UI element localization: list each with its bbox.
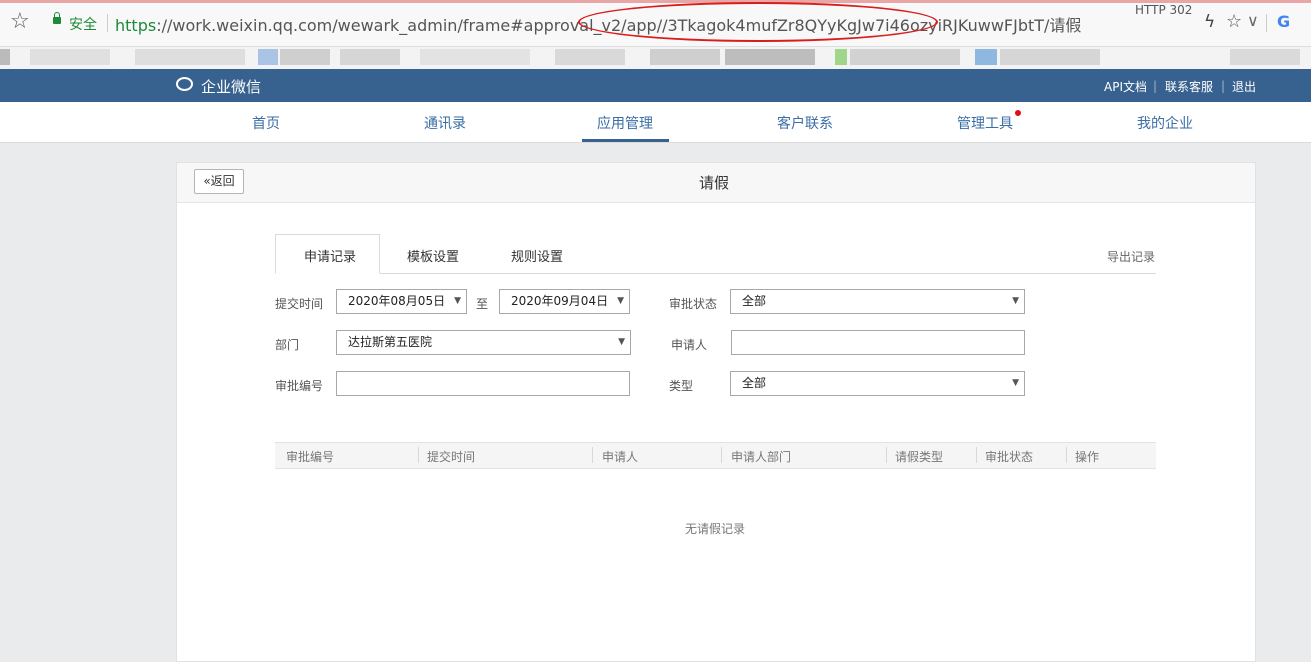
lightning-icon[interactable]: ϟ <box>1204 12 1215 32</box>
status-value: 全部 <box>742 294 767 308</box>
col-submit-time: 提交时间 <box>427 450 476 464</box>
column-divider <box>976 447 977 463</box>
nav-contacts[interactable]: 通讯录 <box>424 113 466 133</box>
page-title: 请假 <box>699 174 730 192</box>
tab-records[interactable]: 申请记录 <box>304 246 356 265</box>
double-chevron-left-icon: « <box>203 174 211 188</box>
bookmark-star-icon[interactable]: ☆ <box>10 10 34 34</box>
favorite-star-icon[interactable]: ☆ <box>1226 11 1242 32</box>
dropdown-arrow-icon: ▼ <box>1012 378 1019 388</box>
col-applicant-dept: 申请人部门 <box>731 450 792 464</box>
applicant-label: 申请人 <box>671 338 708 352</box>
wework-logo-icon <box>176 77 193 91</box>
nav-admin-tools[interactable]: 管理工具 <box>957 113 1013 133</box>
nav-app-management[interactable]: 应用管理 <box>597 113 653 133</box>
back-button[interactable]: «返回 <box>194 169 244 194</box>
type-label: 类型 <box>669 379 694 393</box>
nav-customer-contact[interactable]: 客户联系 <box>777 113 833 133</box>
applicant-input[interactable] <box>731 330 1025 355</box>
approval-number-input[interactable] <box>336 371 630 396</box>
logout-link[interactable]: 退出 <box>1232 78 1256 95</box>
approval-number-label: 审批编号 <box>275 379 324 393</box>
type-value: 全部 <box>742 376 767 390</box>
back-label: 返回 <box>210 174 235 188</box>
dropdown-arrow-icon: ▼ <box>618 337 625 347</box>
to-label: 至 <box>476 297 489 311</box>
col-applicant: 申请人 <box>602 450 639 464</box>
empty-state-text: 无请假记录 <box>685 522 746 536</box>
date-from-value: 2020年08月05日 <box>348 294 446 308</box>
tab-template-settings[interactable]: 模板设置 <box>407 246 459 265</box>
department-label: 部门 <box>275 338 300 352</box>
toolbar-divider <box>1266 14 1267 32</box>
bookmarks-bar <box>0 47 1311 69</box>
dropdown-arrow-icon: ▼ <box>1012 296 1019 306</box>
nav-active-indicator <box>582 139 669 142</box>
chevron-down-icon[interactable]: ∨ <box>1247 11 1259 30</box>
contact-support-link[interactable]: 联系客服 <box>1165 78 1213 95</box>
tab-baseline <box>275 273 1156 274</box>
date-to-select[interactable]: 2020年09月04日 ▼ <box>499 289 630 314</box>
column-divider <box>418 447 419 463</box>
export-records-link[interactable]: 导出记录 <box>1107 248 1155 265</box>
nav-my-company[interactable]: 我的企业 <box>1137 113 1193 133</box>
column-divider <box>592 447 593 463</box>
date-to-value: 2020年09月04日 <box>511 294 609 308</box>
secure-label: 安全 <box>69 17 97 33</box>
nav-home[interactable]: 首页 <box>252 113 280 133</box>
col-approval-number: 审批编号 <box>286 450 335 464</box>
browser-top-highlight <box>0 0 1311 3</box>
red-annotation-circle <box>578 2 938 42</box>
dropdown-arrow-icon: ▼ <box>617 296 624 306</box>
notification-dot <box>1015 110 1021 116</box>
column-divider <box>1066 447 1067 463</box>
department-value: 达拉斯第五医院 <box>348 335 433 349</box>
main-nav <box>0 102 1311 143</box>
col-actions: 操作 <box>1075 450 1100 464</box>
google-icon[interactable]: G <box>1277 12 1290 31</box>
address-divider <box>107 14 108 32</box>
col-leave-type: 请假类型 <box>895 450 944 464</box>
api-docs-link[interactable]: API文档 <box>1104 78 1147 95</box>
header-separator: | <box>1153 79 1158 93</box>
dropdown-arrow-icon: ▼ <box>454 296 461 306</box>
column-divider <box>721 447 722 463</box>
department-select[interactable]: 达拉斯第五医院 ▼ <box>336 330 631 355</box>
url-scheme: https <box>115 16 157 35</box>
submit-time-label: 提交时间 <box>275 297 324 311</box>
col-approval-status: 审批状态 <box>985 450 1034 464</box>
status-select[interactable]: 全部 ▼ <box>730 289 1025 314</box>
column-divider <box>886 447 887 463</box>
date-from-select[interactable]: 2020年08月05日 ▼ <box>336 289 467 314</box>
status-label: 审批状态 <box>669 297 718 311</box>
brand-name[interactable]: 企业微信 <box>201 76 261 97</box>
tab-rule-settings[interactable]: 规则设置 <box>511 246 563 265</box>
type-select[interactable]: 全部 ▼ <box>730 371 1025 396</box>
bookmark-label[interactable]: HTTP 302 <box>1135 3 1192 17</box>
lock-icon <box>53 12 61 24</box>
header-separator: | <box>1221 79 1226 93</box>
